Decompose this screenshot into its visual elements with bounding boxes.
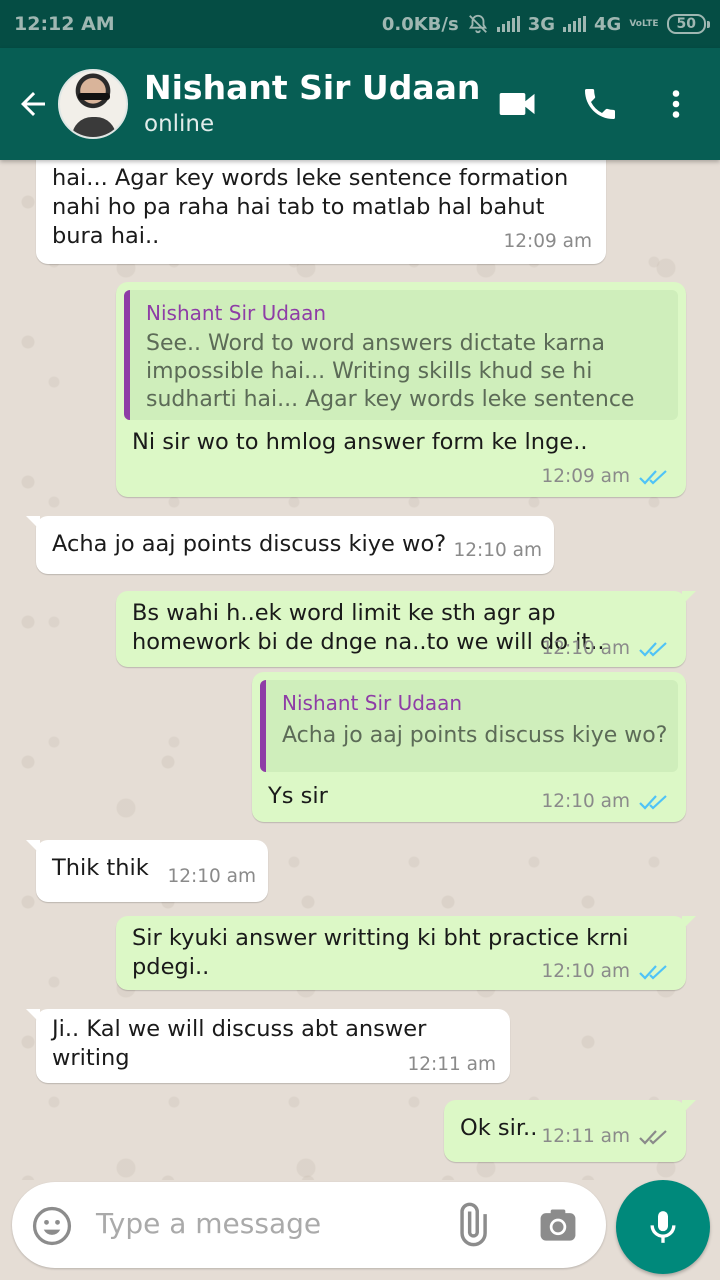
quoted-message[interactable]: Nishant Sir Udaan Acha jo aaj points dis… [260, 680, 678, 772]
message-incoming[interactable]: hai... Agar key words leke sentence form… [36, 160, 606, 264]
quoted-text: See.. Word to word answers dictate karna… [146, 331, 635, 412]
message-time: 12:10 am [541, 634, 670, 663]
signal-icon [563, 16, 586, 32]
contact-info[interactable]: Nishant Sir Udaan online [144, 68, 490, 140]
composer-bar: Type a message [0, 1180, 720, 1280]
message-time: 12:11 am [407, 1054, 496, 1075]
arrow-back-icon [21, 92, 45, 116]
read-ticks-icon [639, 469, 667, 485]
message-list[interactable]: hai... Agar key words leke sentence form… [0, 160, 720, 1180]
message-text: Thik thik [52, 855, 149, 881]
network-speed: 0.0KB/s [381, 13, 459, 35]
mute-icon [468, 14, 487, 34]
read-ticks-icon [639, 964, 667, 980]
message-time: 12:10 am [167, 866, 256, 887]
contact-name: Nishant Sir Udaan [144, 68, 481, 107]
phone-icon [585, 89, 615, 119]
read-ticks-icon [639, 641, 667, 657]
contact-status: online [144, 111, 215, 137]
status-indicators: 0.0KB/s 3G 4G VoLTE 50 [381, 13, 711, 35]
voice-record-button[interactable] [616, 1180, 710, 1274]
video-call-icon [499, 93, 535, 115]
volte-indicator: VoLTE [629, 18, 659, 29]
emoji-icon[interactable] [30, 1204, 74, 1248]
quoted-message[interactable]: Nishant Sir Udaan See.. Word to word ans… [124, 290, 678, 420]
back-button[interactable] [10, 81, 56, 127]
chat-header: Nishant Sir Udaan online [0, 48, 720, 160]
battery-indicator: 50 [666, 14, 711, 34]
status-bar: 12:12 AM 0.0KB/s 3G 4G VoLTE 50 [0, 0, 720, 48]
quoted-sender: Nishant Sir Udaan [282, 691, 463, 715]
message-outgoing[interactable]: Ok sir.. 12:11 am [444, 1100, 696, 1162]
message-incoming[interactable]: Thik thik 12:10 am [26, 840, 268, 902]
message-outgoing[interactable]: Bs wahi h..ek word limit ke sth agr ap h… [116, 591, 696, 667]
message-outgoing[interactable]: Nishant Sir Udaan See.. Word to word ans… [116, 282, 686, 497]
camera-icon[interactable] [536, 1204, 580, 1248]
network-type-1: 3G [527, 13, 555, 35]
message-input-box[interactable]: Type a message [12, 1182, 606, 1268]
message-incoming[interactable]: Ji.. Kal we will discuss abt answer writ… [26, 1009, 510, 1083]
message-text: Ni sir wo to hmlog answer form ke lnge.. [132, 429, 588, 455]
delivered-ticks-icon [639, 1129, 667, 1145]
voice-call-button[interactable] [572, 76, 628, 132]
message-time: 12:10 am [541, 787, 670, 816]
message-text: Ok sir.. [460, 1115, 538, 1141]
read-ticks-icon [639, 794, 667, 810]
message-time: 12:09 am [541, 462, 670, 491]
message-outgoing[interactable]: Sir kyuki answer writting ki bht practic… [116, 916, 696, 990]
message-text: Acha jo aaj points discuss kiye wo? [52, 531, 447, 557]
message-time: 12:10 am [541, 957, 670, 986]
message-text: Ys sir [268, 783, 328, 809]
paperclip-icon[interactable] [448, 1202, 494, 1248]
network-type-2: 4G [594, 13, 622, 35]
message-input[interactable]: Type a message [96, 1206, 321, 1242]
message-incoming[interactable]: Acha jo aaj points discuss kiye wo? 12:1… [26, 516, 554, 574]
message-time: 12:11 am [541, 1122, 670, 1151]
more-options-button[interactable] [648, 76, 704, 132]
signal-icon [496, 16, 520, 32]
message-time: 12:10 am [453, 540, 542, 561]
message-time: 12:09 am [503, 231, 592, 252]
avatar[interactable] [58, 69, 128, 139]
quoted-sender: Nishant Sir Udaan [146, 301, 327, 325]
more-vert-icon [672, 90, 680, 118]
video-call-button[interactable] [490, 76, 546, 132]
status-time: 12:12 AM [14, 13, 115, 35]
message-outgoing[interactable]: Nishant Sir Udaan Acha jo aaj points dis… [252, 672, 686, 822]
quoted-text: Acha jo aaj points discuss kiye wo? [282, 723, 668, 748]
microphone-icon [650, 1211, 676, 1243]
